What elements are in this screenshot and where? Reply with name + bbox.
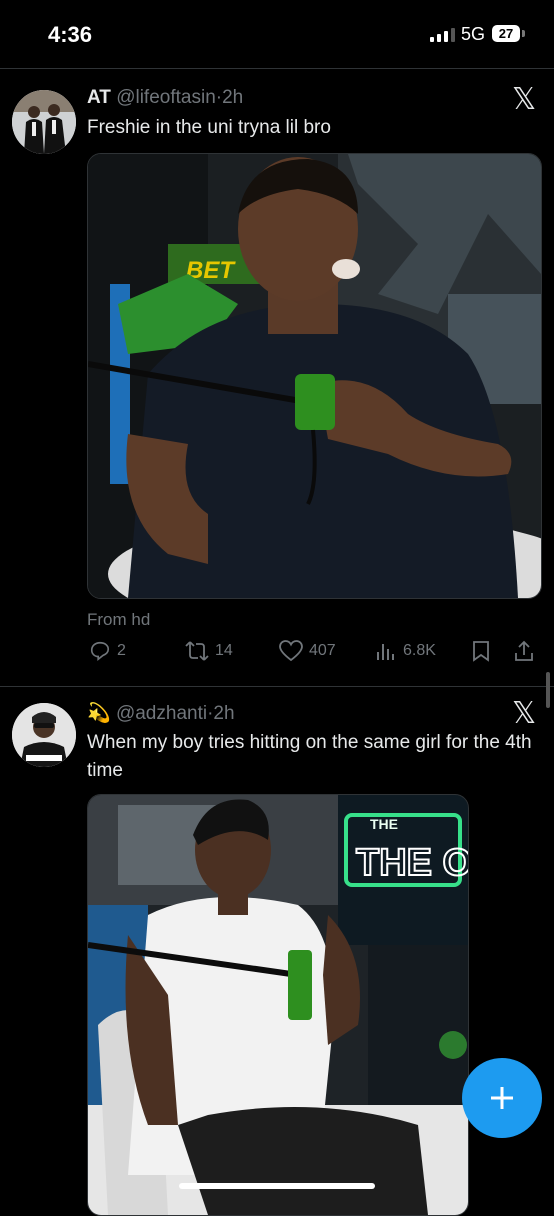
- bookmark-button[interactable]: [471, 640, 491, 662]
- video-frame: BET: [88, 154, 541, 598]
- reply-icon: [90, 641, 110, 661]
- username[interactable]: @lifeoftasin: [116, 87, 216, 108]
- views-button[interactable]: 6.8K: [375, 640, 436, 662]
- timestamp[interactable]: 2h: [213, 703, 234, 724]
- video-player[interactable]: THE THE OBI: [87, 794, 469, 1216]
- battery-icon: 27: [492, 25, 520, 42]
- action-bar: 2 14 407 6.8K: [87, 640, 542, 670]
- network-label: 5G: [461, 24, 486, 44]
- tweet-text: Freshie in the uni tryna lil bro: [87, 117, 331, 138]
- video-player[interactable]: BET: [87, 153, 542, 599]
- x-logo-icon: 𝕏: [512, 696, 537, 731]
- post-header: 💫 @adzhanti·2h: [87, 701, 235, 725]
- x-logo-icon: 𝕏: [512, 82, 537, 117]
- avatar-image: [12, 90, 76, 154]
- bookmark-icon: [473, 641, 489, 662]
- reply-count: 2: [117, 642, 126, 659]
- display-name[interactable]: 💫: [87, 703, 111, 724]
- status-bar: 4:36 5G 27: [0, 0, 554, 68]
- scrollbar[interactable]: [546, 672, 550, 708]
- share-button[interactable]: [513, 640, 535, 662]
- compose-button[interactable]: [462, 1058, 542, 1138]
- battery-nub: [522, 30, 525, 37]
- signal-icon: [430, 28, 455, 42]
- reply-button[interactable]: 2: [89, 640, 126, 662]
- post-header: AT @lifeoftasin·2h: [87, 87, 243, 109]
- divider: [0, 686, 554, 687]
- tweet-text: When my boy tries hitting on the same gi…: [87, 732, 532, 781]
- home-indicator[interactable]: [179, 1183, 375, 1189]
- username[interactable]: @adzhanti: [116, 703, 207, 724]
- like-button[interactable]: 407: [279, 640, 336, 662]
- share-icon: [515, 640, 533, 661]
- sign-text: THE OBI: [356, 842, 468, 884]
- view-count: 6.8K: [403, 642, 436, 659]
- views-icon: [377, 644, 394, 660]
- display-name[interactable]: AT: [87, 87, 111, 108]
- avatar-image: [12, 703, 76, 767]
- repost-icon: [185, 641, 209, 661]
- video-frame: THE THE OBI: [88, 795, 468, 1215]
- divider: [0, 68, 554, 69]
- plus-icon: [491, 1087, 513, 1109]
- svg-text:THE: THE: [370, 816, 398, 832]
- timestamp[interactable]: 2h: [222, 87, 243, 108]
- avatar[interactable]: [12, 703, 76, 767]
- repost-button[interactable]: 14: [185, 640, 233, 662]
- heart-icon: [279, 640, 303, 662]
- media-source[interactable]: From hd: [87, 610, 150, 630]
- repost-count: 14: [215, 642, 233, 659]
- clock: 4:36: [48, 22, 93, 47]
- avatar[interactable]: [12, 90, 76, 154]
- like-count: 407: [309, 642, 336, 659]
